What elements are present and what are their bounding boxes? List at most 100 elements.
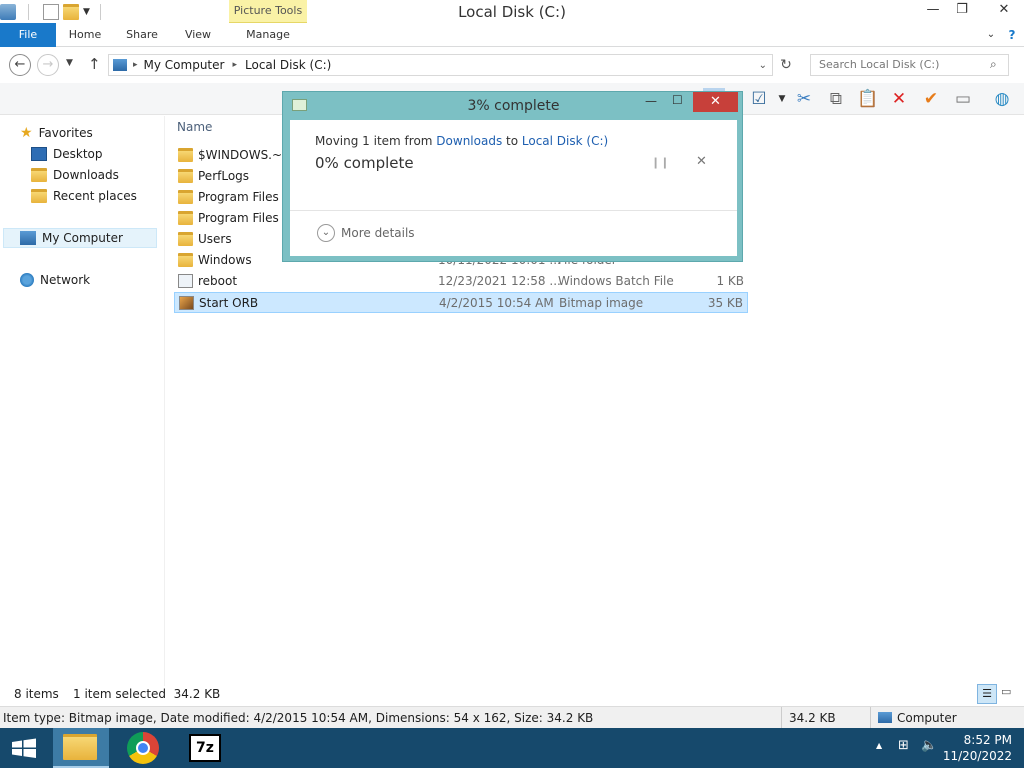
- clock-date: 11/20/2022: [942, 749, 1012, 763]
- help-icon[interactable]: ?: [1003, 23, 1021, 47]
- file-name: Users: [198, 232, 232, 246]
- details-view-icon[interactable]: ☰: [977, 684, 997, 704]
- more-details-button[interactable]: ⌄ More details: [317, 224, 415, 242]
- picture-tools-context-label: Picture Tools: [229, 0, 307, 23]
- sidebar-item-recent-places[interactable]: Recent places: [31, 186, 137, 206]
- 7zip-icon: 7z: [189, 734, 221, 762]
- divider: [290, 210, 737, 211]
- computer-icon: [878, 712, 892, 723]
- select-icon[interactable]: ☑: [748, 88, 770, 110]
- cut-icon[interactable]: ✂: [793, 88, 815, 110]
- item-details: Item type: Bitmap image, Date modified: …: [3, 711, 594, 725]
- destination-link[interactable]: Local Disk (C:): [522, 134, 608, 148]
- sidebar-item-label: Recent places: [53, 189, 137, 203]
- file-name: reboot: [198, 274, 238, 288]
- address-dropdown-chevron-icon[interactable]: ⌄: [759, 60, 767, 71]
- dialog-minimize-button[interactable]: —: [645, 94, 657, 108]
- column-header-name[interactable]: Name: [177, 120, 212, 134]
- search-icon[interactable]: ⌕: [990, 57, 997, 72]
- start-button[interactable]: [0, 728, 48, 768]
- cancel-operation-button[interactable]: ✕: [696, 154, 707, 169]
- address-bar[interactable]: ▸ My Computer ▸ Local Disk (C:) ⌄: [108, 54, 773, 76]
- search-input[interactable]: Search Local Disk (C:): [810, 54, 1009, 76]
- pause-button[interactable]: ❙❙: [651, 156, 669, 169]
- divider: [781, 707, 782, 729]
- tab-share[interactable]: Share: [120, 23, 164, 47]
- breadcrumb-separator-icon: ▸: [133, 60, 138, 70]
- sidebar-item-label: My Computer: [42, 231, 123, 245]
- bitmap-image-icon: [179, 296, 194, 310]
- quick-access-toolbar: ▼: [0, 2, 101, 22]
- sidebar-item-label: Downloads: [53, 168, 119, 182]
- properties-icon[interactable]: [43, 4, 59, 20]
- location-label: Computer: [897, 711, 957, 725]
- file-size: 1 KB: [716, 274, 744, 288]
- folder-icon: [178, 211, 193, 225]
- large-icons-view-icon[interactable]: ▭: [1001, 685, 1017, 701]
- table-row[interactable]: Start ORB 4/2/2015 10:54 AM Bitmap image 35…: [174, 292, 748, 313]
- chevron-down-icon[interactable]: ▼: [771, 88, 793, 110]
- tab-home[interactable]: Home: [62, 23, 108, 47]
- new-folder-icon[interactable]: [63, 4, 79, 20]
- sidebar-item-desktop[interactable]: Desktop: [31, 144, 103, 164]
- file-name: Windows: [198, 253, 252, 267]
- recent-locations-chevron-icon[interactable]: ▼: [66, 58, 73, 68]
- ribbon-tabs: File Home Share View Manage ⌄ ?: [0, 23, 1024, 47]
- up-arrow-button[interactable]: ↑: [88, 55, 101, 73]
- downloads-folder-icon: [31, 168, 47, 182]
- show-hidden-icons-chevron-icon[interactable]: ▲: [876, 741, 882, 750]
- taskbar-chrome-button[interactable]: [115, 728, 171, 768]
- desktop-icon: [31, 147, 47, 161]
- refresh-icon[interactable]: ↻: [775, 54, 797, 76]
- selection-info: 1 item selected 34.2 KB: [73, 687, 221, 701]
- chevron-down-icon[interactable]: ⌄: [983, 23, 999, 47]
- navigation-pane: ★ Favorites Desktop Downloads Recent pla…: [0, 116, 165, 686]
- source-link[interactable]: Downloads: [436, 134, 502, 148]
- copy-icon[interactable]: ⧉: [825, 88, 847, 110]
- moving-prefix: Moving 1 item from: [315, 134, 437, 148]
- volume-icon[interactable]: 🔈: [921, 738, 937, 753]
- checkmark-icon[interactable]: ✔: [920, 88, 942, 110]
- file-name: Start ORB: [199, 296, 259, 310]
- progress-text: 0% complete: [315, 154, 414, 172]
- breadcrumb-local-disk[interactable]: Local Disk (C:): [245, 58, 331, 72]
- paste-icon[interactable]: 📋: [857, 88, 879, 110]
- delete-icon[interactable]: ✕: [888, 88, 910, 110]
- dialog-maximize-button[interactable]: ☐: [672, 93, 683, 107]
- tab-manage[interactable]: Manage: [236, 23, 300, 47]
- network-status-icon[interactable]: ⊞: [898, 738, 909, 753]
- explorer-window-icon[interactable]: [0, 4, 16, 20]
- file-date: 12/23/2021 12:58 ...: [438, 274, 561, 288]
- table-row[interactable]: reboot 12/23/2021 12:58 ... Windows Batch …: [174, 271, 748, 292]
- computer-icon: [20, 231, 36, 245]
- file-explorer-icon: [63, 734, 97, 760]
- folder-icon: [178, 232, 193, 246]
- title-bar: [0, 0, 1024, 23]
- chevron-down-icon[interactable]: ▼: [83, 7, 90, 17]
- dialog-close-button[interactable]: ✕: [693, 92, 738, 112]
- sidebar-item-favorites[interactable]: ★ Favorites: [20, 123, 93, 143]
- breadcrumb-my-computer[interactable]: My Computer: [144, 58, 225, 72]
- rename-icon[interactable]: ▭: [952, 88, 974, 110]
- sidebar-item-my-computer[interactable]: My Computer: [3, 228, 157, 248]
- taskbar-7zip-button[interactable]: 7z: [177, 728, 233, 768]
- item-count: 8 items: [14, 687, 59, 701]
- maximize-button[interactable]: ❐: [948, 0, 976, 22]
- system-clock[interactable]: 8:52 PM 11/20/2022: [943, 732, 1012, 764]
- taskbar-explorer-button[interactable]: [53, 728, 109, 768]
- back-button[interactable]: ←: [9, 54, 31, 76]
- item-size: 34.2 KB: [789, 711, 836, 725]
- forward-button[interactable]: →: [37, 54, 59, 76]
- tab-view[interactable]: View: [176, 23, 220, 47]
- sidebar-item-label: Desktop: [53, 147, 103, 161]
- tab-file[interactable]: File: [0, 23, 56, 47]
- taskbar: 7z ▲ ⊞ 🔈 8:52 PM 11/20/2022: [0, 728, 1024, 768]
- moving-description: Moving 1 item from Downloads to Local Di…: [315, 134, 608, 148]
- status-bar: 8 items 1 item selected 34.2 KB ☰ ▭: [0, 684, 1024, 706]
- folder-icon: [178, 148, 193, 162]
- sidebar-item-network[interactable]: Network: [20, 270, 90, 290]
- close-button[interactable]: ✕: [984, 0, 1024, 22]
- globe-icon[interactable]: ◍: [991, 88, 1013, 110]
- minimize-button[interactable]: —: [919, 0, 947, 22]
- sidebar-item-downloads[interactable]: Downloads: [31, 165, 119, 185]
